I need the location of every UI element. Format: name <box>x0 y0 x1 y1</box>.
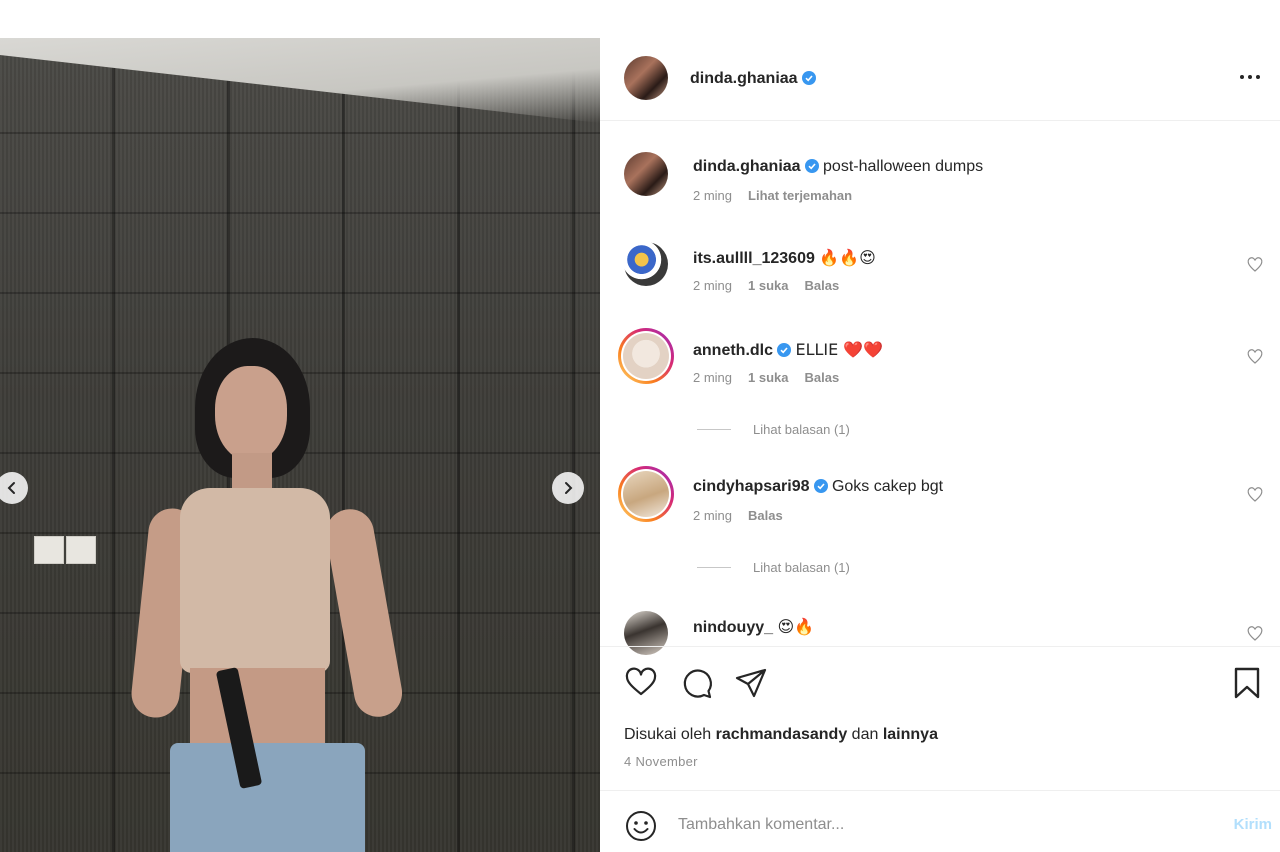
chevron-left-icon <box>7 482 15 494</box>
post-image[interactable] <box>0 38 600 852</box>
chevron-right-icon <box>565 482 573 494</box>
comment-username[interactable]: nindouyy_ <box>693 619 773 636</box>
reply-link[interactable]: Balas <box>805 370 840 385</box>
verified-badge-icon <box>813 479 828 493</box>
liker-username[interactable]: rachmandasandy <box>716 726 848 743</box>
comment-composer: Kirim <box>600 790 1280 852</box>
avatar[interactable] <box>624 611 668 655</box>
caption-text: post-halloween dumps <box>823 158 984 175</box>
comment-username[interactable]: anneth.dlc <box>693 342 773 359</box>
verified-badge-icon <box>804 159 819 173</box>
comment-text: 🔥🔥😍 <box>819 248 876 267</box>
comment-icon[interactable] <box>680 666 714 700</box>
likes-summary: Disukai oleh rachmandasandy dan lainnya <box>624 726 938 743</box>
comment-text: ELLIE ❤️❤️ <box>795 340 884 359</box>
action-bar <box>624 666 1264 700</box>
comment-text: 😍🔥 <box>777 617 815 636</box>
light-switch <box>34 536 64 564</box>
bookmark-icon[interactable] <box>1230 666 1264 700</box>
send-button[interactable]: Kirim <box>1234 816 1272 833</box>
heart-icon[interactable] <box>1246 625 1264 643</box>
heart-icon[interactable] <box>1246 348 1264 366</box>
divider <box>600 120 1280 121</box>
view-replies-link[interactable]: Lihat balasan (1) <box>697 422 850 437</box>
person-figure <box>129 338 410 852</box>
more-horizontal-icon[interactable] <box>1238 72 1262 82</box>
comment-username[interactable]: cindyhapsari98 <box>693 478 810 495</box>
comment-time[interactable]: 2 ming <box>693 188 732 203</box>
avatar[interactable] <box>624 56 668 100</box>
comment-input[interactable] <box>678 811 1198 839</box>
avatar <box>623 471 669 517</box>
verified-badge-icon <box>777 343 792 357</box>
carousel-next-button[interactable] <box>552 472 584 504</box>
post-side-panel: dinda.ghaniaa dinda.ghaniaa post-hallowe… <box>600 38 1280 852</box>
likes-others-link[interactable]: lainnya <box>883 726 938 743</box>
avatar <box>623 333 669 379</box>
post-date[interactable]: 4 November <box>624 754 698 769</box>
avatar[interactable] <box>624 242 668 286</box>
send-icon[interactable] <box>734 666 768 700</box>
heart-icon[interactable] <box>624 666 658 700</box>
comment-time[interactable]: 2 ming <box>693 278 732 293</box>
translate-link[interactable]: Lihat terjemahan <box>748 188 852 203</box>
view-replies-link[interactable]: Lihat balasan (1) <box>697 560 850 575</box>
light-switch <box>66 536 96 564</box>
comment-time[interactable]: 2 ming <box>693 508 732 523</box>
heart-icon[interactable] <box>1246 256 1264 274</box>
comment-text: Goks cakep bgt <box>831 478 944 495</box>
comment-time[interactable]: 2 ming <box>693 370 732 385</box>
top-bar <box>0 0 1280 38</box>
smile-icon[interactable] <box>624 809 658 843</box>
story-ring[interactable] <box>618 466 674 522</box>
heart-icon[interactable] <box>1246 486 1264 504</box>
verified-badge-icon <box>801 71 816 85</box>
comment-likes[interactable]: 1 suka <box>748 370 788 385</box>
comment-username[interactable]: its.aullll_123609 <box>693 250 815 267</box>
comment-username[interactable]: dinda.ghaniaa <box>693 158 801 175</box>
story-ring[interactable] <box>618 328 674 384</box>
owner-username[interactable]: dinda.ghaniaa <box>690 70 816 88</box>
avatar[interactable] <box>624 152 668 196</box>
comment-likes[interactable]: 1 suka <box>748 278 788 293</box>
reply-link[interactable]: Balas <box>748 508 783 523</box>
divider <box>600 646 1280 647</box>
reply-link[interactable]: Balas <box>805 278 840 293</box>
post-header: dinda.ghaniaa <box>624 56 1264 102</box>
